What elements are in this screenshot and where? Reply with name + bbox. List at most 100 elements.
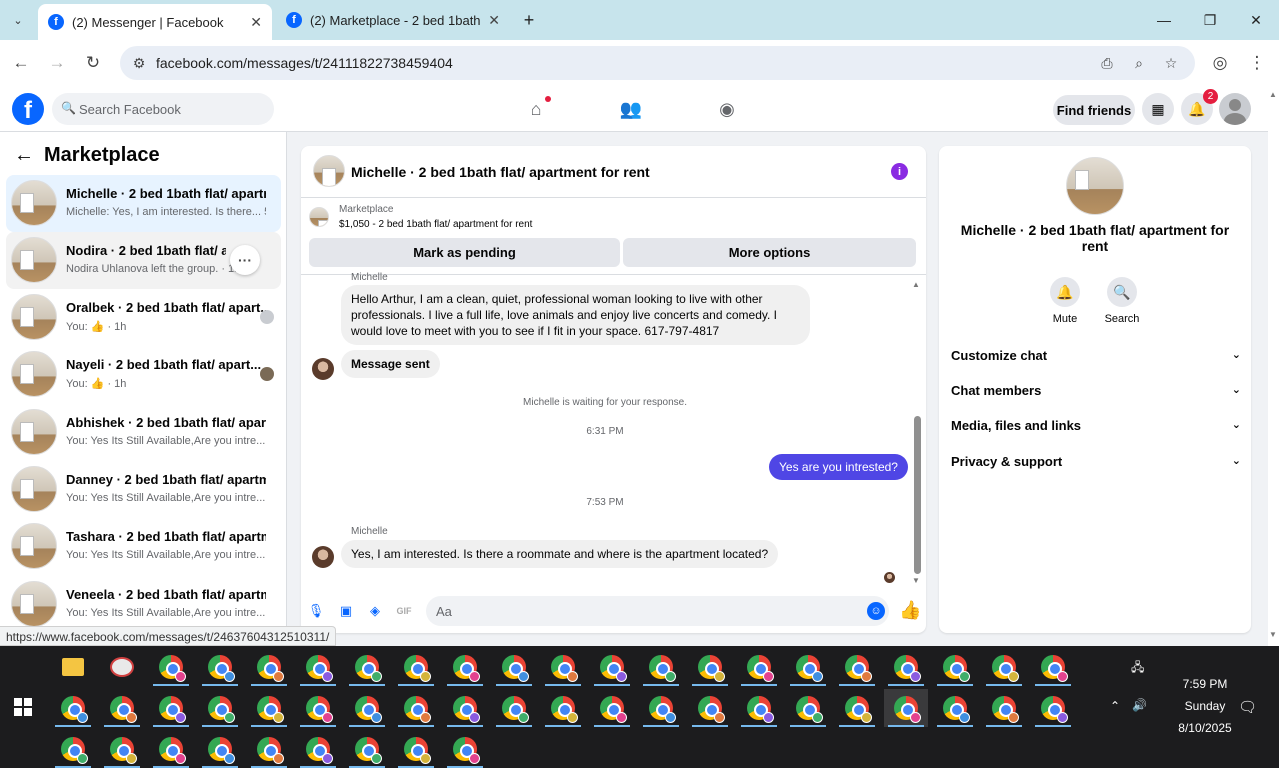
scroll-up-arrow-icon[interactable]: ▲ (1269, 90, 1277, 99)
listing-photo[interactable] (1066, 157, 1124, 215)
mark-as-pending-button[interactable]: Mark as pending (309, 238, 620, 267)
listing-thumbnail[interactable] (309, 207, 329, 227)
chrome-window-icon[interactable] (933, 689, 977, 727)
zoom-icon[interactable]: ⌕ (1130, 54, 1148, 72)
chrome-window-icon[interactable] (492, 648, 536, 686)
chrome-window-icon[interactable] (933, 648, 977, 686)
chrome-window-icon[interactable] (443, 689, 487, 727)
clock-time[interactable]: 7:59 PM (1160, 677, 1250, 691)
chrome-window-icon[interactable] (394, 648, 438, 686)
chrome-window-icon[interactable] (590, 689, 634, 727)
chrome-window-icon[interactable] (541, 648, 585, 686)
close-tab-icon[interactable]: ✕ (250, 14, 262, 31)
mute-button[interactable]: 🔔 Mute (1040, 277, 1090, 325)
chrome-window-icon[interactable] (492, 689, 536, 727)
network-icon[interactable]: 🖧 (1131, 658, 1144, 679)
chrome-window-icon[interactable] (100, 689, 144, 727)
chrome-window-icon[interactable] (394, 689, 438, 727)
customize-chat-section[interactable]: Customize chat ⌄ (951, 348, 1241, 368)
chrome-window-icon[interactable] (443, 648, 487, 686)
friends-icon[interactable]: 👥 (618, 96, 644, 122)
site-info-icon[interactable]: ⚙ (130, 54, 148, 72)
chrome-window-icon[interactable] (443, 730, 487, 768)
conversation-item[interactable]: Abhishek · 2 bed 1bath flat/ apart... Yo… (6, 404, 281, 461)
chrome-window-icon[interactable] (1031, 648, 1075, 686)
groups-icon[interactable]: ◉ (714, 96, 740, 122)
facebook-logo[interactable]: f (12, 93, 44, 125)
chrome-window-icon[interactable] (639, 648, 683, 686)
chrome-window-icon[interactable] (737, 689, 781, 727)
photo-icon[interactable]: ▣ (336, 601, 356, 621)
chrome-window-icon[interactable] (541, 689, 585, 727)
chrome-window-icon[interactable] (835, 648, 879, 686)
conversation-item[interactable]: Oralbek · 2 bed 1bath flat/ apart... You… (6, 289, 281, 346)
clock-day[interactable]: Sunday (1160, 699, 1250, 713)
chrome-window-icon[interactable] (296, 689, 340, 727)
account-avatar[interactable] (1219, 93, 1251, 125)
chrome-window-icon[interactable] (590, 648, 634, 686)
close-tab-icon[interactable]: ✕ (488, 12, 500, 29)
page-scrollbar[interactable]: ▲ ▼ (1268, 86, 1279, 646)
chrome-window-icon[interactable] (345, 730, 389, 768)
conversation-item[interactable]: Tashara · 2 bed 1bath flat/ apartm... Yo… (6, 518, 281, 575)
file-explorer-icon[interactable] (51, 648, 95, 686)
chrome-window-icon[interactable] (394, 730, 438, 768)
more-options-icon[interactable]: ··· (230, 245, 260, 275)
show-hidden-icons-chevron[interactable]: ⌃ (1110, 699, 1120, 713)
conversation-item[interactable]: Veneela · 2 bed 1bath flat/ apartm... Yo… (6, 576, 281, 633)
paint-icon[interactable] (100, 648, 144, 686)
search-input[interactable]: 🔍 Search Facebook (52, 93, 274, 125)
microphone-icon[interactable]: 🎙 (306, 601, 326, 621)
chrome-window-icon[interactable] (884, 689, 928, 727)
chrome-window-icon[interactable] (639, 689, 683, 727)
conversation-item[interactable]: Nayeli · 2 bed 1bath flat/ apart... You:… (6, 346, 281, 403)
info-icon[interactable]: i (891, 163, 908, 180)
install-app-icon[interactable]: ⎙ (1098, 54, 1116, 72)
browser-menu-icon[interactable]: ⋮ (1245, 51, 1269, 75)
listing-price[interactable]: $1,050 - 2 bed 1bath flat/ apartment for… (339, 219, 532, 230)
conversation-item[interactable]: Danney · 2 bed 1bath flat/ apartm... You… (6, 461, 281, 518)
back-arrow-icon[interactable]: ← (14, 144, 34, 167)
media-files-links-section[interactable]: Media, files and links ⌄ (951, 418, 1241, 438)
tab-messenger[interactable]: f (2) Messenger | Facebook ✕ (38, 4, 272, 40)
back-icon[interactable]: ← (9, 51, 33, 75)
volume-icon[interactable]: 🔊 (1132, 698, 1147, 712)
chrome-window-icon[interactable] (688, 689, 732, 727)
chrome-window-icon[interactable] (688, 648, 732, 686)
gif-icon[interactable]: GIF (394, 601, 414, 621)
chrome-window-icon[interactable] (884, 648, 928, 686)
chrome-window-icon[interactable] (835, 689, 879, 727)
scroll-up-arrow-icon[interactable]: ▲ (912, 280, 920, 289)
scroll-down-arrow-icon[interactable]: ▼ (1269, 630, 1277, 639)
chrome-window-icon[interactable] (296, 730, 340, 768)
forward-icon[interactable]: → (45, 51, 69, 75)
action-center-icon[interactable]: 🗨 (1238, 698, 1257, 716)
thumbs-up-send-icon[interactable]: 👍 (899, 600, 921, 621)
tab-search-button[interactable]: ⌄ (6, 8, 30, 32)
chrome-window-icon[interactable] (149, 648, 193, 686)
chrome-window-icon[interactable] (247, 648, 291, 686)
chrome-window-icon[interactable] (1031, 689, 1075, 727)
chrome-window-icon[interactable] (786, 689, 830, 727)
menu-grid-icon[interactable]: ▦ (1142, 93, 1174, 125)
chrome-window-icon[interactable] (198, 648, 242, 686)
privacy-support-section[interactable]: Privacy & support ⌄ (951, 454, 1241, 474)
chrome-window-icon[interactable] (198, 689, 242, 727)
chrome-window-icon[interactable] (737, 648, 781, 686)
restore-button[interactable]: ❐ (1187, 0, 1233, 40)
tab-marketplace[interactable]: f (2) Marketplace - 2 bed 1bath f ✕ (276, 4, 510, 36)
scrollbar-thumb[interactable] (914, 416, 921, 574)
reload-icon[interactable]: ↻ (81, 51, 105, 75)
chat-title[interactable]: Michelle · 2 bed 1bath flat/ apartment f… (351, 164, 650, 180)
close-window-button[interactable]: ✕ (1233, 0, 1279, 40)
windows-start-icon[interactable] (14, 698, 32, 716)
home-icon[interactable]: ⌂ (523, 96, 551, 122)
find-friends-button[interactable]: Find friends (1053, 95, 1135, 125)
chrome-window-icon[interactable] (296, 648, 340, 686)
conversation-item[interactable]: Michelle · 2 bed 1bath flat/ apartm... M… (6, 175, 281, 232)
more-options-button[interactable]: More options (623, 238, 916, 267)
chrome-window-icon[interactable] (345, 689, 389, 727)
chrome-window-icon[interactable] (247, 689, 291, 727)
chrome-window-icon[interactable] (982, 648, 1026, 686)
search-conversation-button[interactable]: 🔍 Search (1097, 277, 1147, 325)
